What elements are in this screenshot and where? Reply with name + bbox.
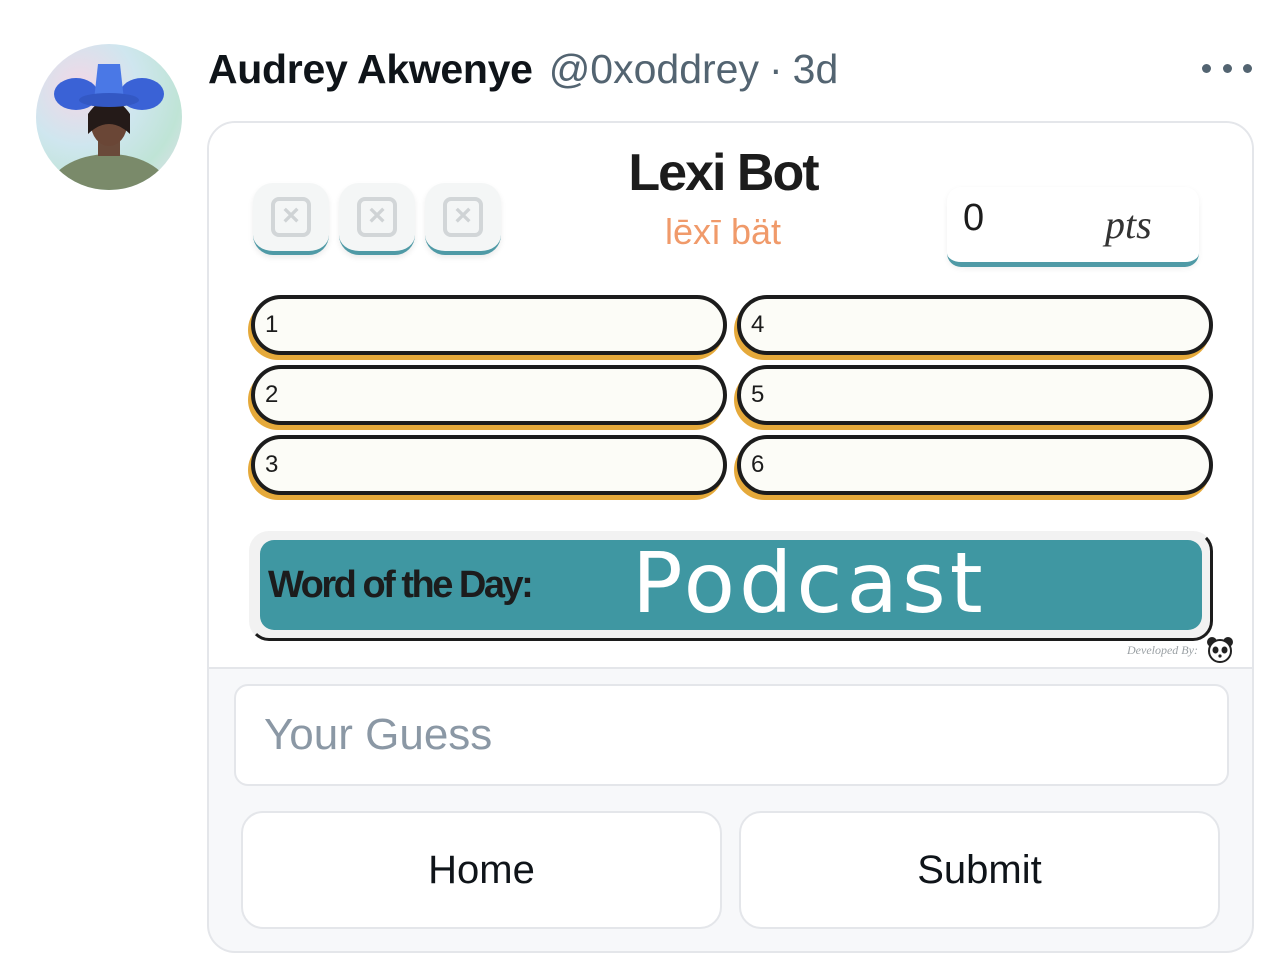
home-button[interactable]: Home [241, 811, 722, 929]
game-pronunciation: lēxī bät [664, 211, 782, 252]
avatar[interactable] [36, 44, 182, 190]
strike-slot: × [339, 183, 415, 255]
answer-slot-1: 1 [251, 295, 727, 355]
answer-slot-3: 3 [251, 435, 727, 495]
word-of-the-day-label: Word of the Day: [268, 564, 534, 606]
tweet-header: Audrey Akwenye @0xoddrey · 3d [208, 44, 838, 94]
submit-button[interactable]: Submit [739, 811, 1220, 929]
slot-number: 1 [265, 311, 279, 338]
developer-credit: Developed By: [1127, 643, 1198, 657]
answer-slot-2: 2 [251, 365, 727, 425]
author-handle[interactable]: @0xoddrey [549, 46, 759, 93]
slot-number: 2 [265, 381, 279, 408]
word-of-the-day-value: Podcast [632, 534, 987, 632]
word-of-the-day-banner: Word of the Day: Podcast [249, 531, 1213, 641]
slot-number: 6 [751, 451, 765, 478]
game-title: Lexi Bot [628, 144, 819, 202]
score-unit: pts [1105, 202, 1152, 247]
timestamp[interactable]: 3d [793, 46, 839, 93]
answer-slot-4: 4 [737, 295, 1213, 355]
answer-slot-6: 6 [737, 435, 1213, 495]
score-box: 0 pts [947, 187, 1199, 267]
author-name[interactable]: Audrey Akwenye [208, 46, 533, 93]
strikes: × × × [253, 183, 501, 255]
x-box-icon: × [271, 197, 311, 237]
strike-slot: × [253, 183, 329, 255]
slot-number: 5 [751, 381, 765, 408]
x-box-icon: × [357, 197, 397, 237]
frame-image[interactable]: × × × Lexi Bot lēxī bät 0 pts 1 2 3 4 5 … [209, 123, 1252, 669]
panda-icon [1207, 637, 1233, 663]
separator: · [768, 45, 783, 92]
slot-number: 4 [751, 311, 765, 338]
slot-number: 3 [265, 451, 279, 478]
frame-card: × × × Lexi Bot lēxī bät 0 pts 1 2 3 4 5 … [207, 121, 1254, 953]
strike-slot: × [425, 183, 501, 255]
guess-input[interactable] [234, 684, 1229, 786]
answer-slot-5: 5 [737, 365, 1213, 425]
score-value: 0 [963, 197, 985, 239]
more-options-icon[interactable] [1202, 58, 1252, 78]
x-box-icon: × [443, 197, 483, 237]
